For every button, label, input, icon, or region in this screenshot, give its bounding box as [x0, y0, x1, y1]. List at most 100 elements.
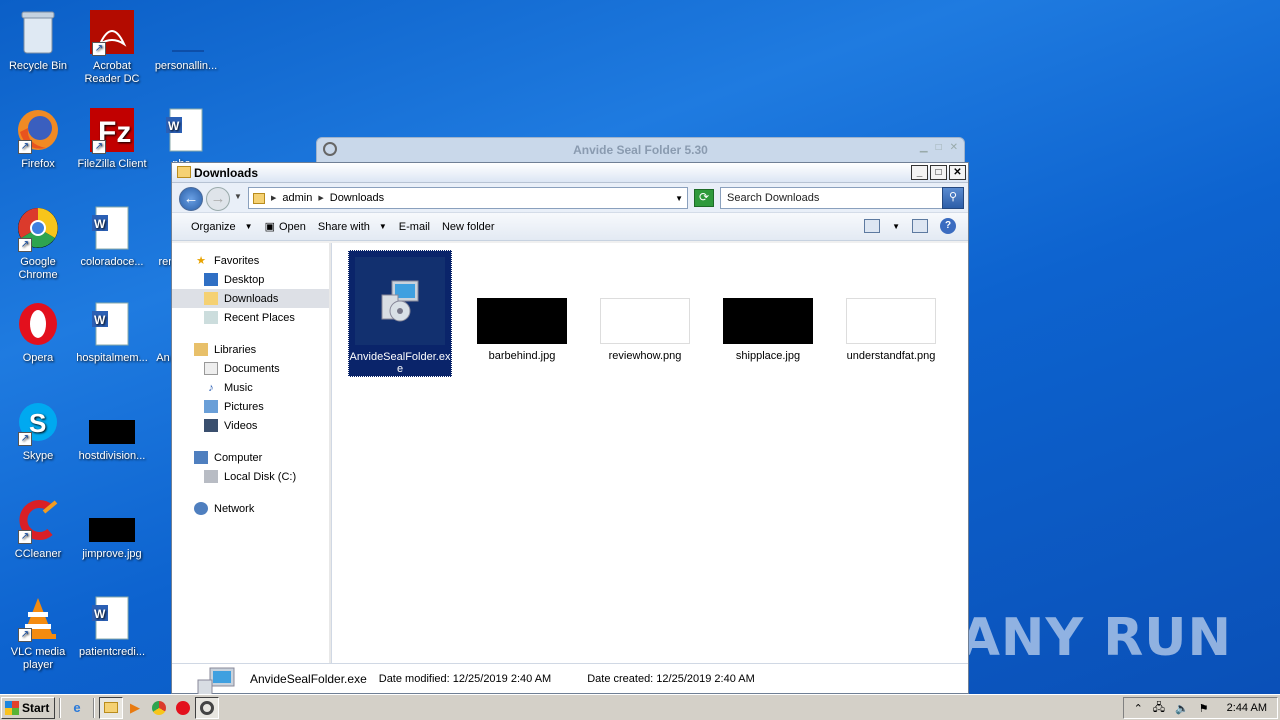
nav-recent-places[interactable]: Recent Places	[172, 308, 331, 327]
breadcrumb-admin[interactable]: admin	[282, 192, 312, 204]
nav-downloads[interactable]: Downloads	[172, 289, 331, 308]
nav-libraries[interactable]: Libraries	[172, 340, 331, 359]
desktop-icon-opera[interactable]: Opera	[0, 300, 76, 365]
file-item[interactable]: AnvideSealFolder.exe	[348, 250, 452, 377]
desktop-icon-firefox[interactable]: ↗ Firefox	[0, 106, 76, 171]
nav-desktop[interactable]: Desktop	[172, 270, 331, 289]
recycle-bin-icon	[14, 8, 62, 56]
star-icon: ★	[196, 255, 206, 267]
videos-icon	[204, 419, 218, 432]
breadcrumb[interactable]: ▶ admin ▶ Downloads ▼	[248, 187, 688, 209]
nav-favorites[interactable]: ★ Favorites	[172, 251, 331, 270]
network-tray-icon[interactable]: 🖧	[1153, 699, 1165, 718]
downloads-folder-icon	[204, 292, 218, 305]
maximize-button[interactable]: □	[930, 165, 947, 180]
explorer-taskbar-icon[interactable]	[99, 696, 123, 719]
file-item[interactable]: reviewhow.png	[593, 250, 697, 362]
action-center-flag-icon[interactable]: ⚑	[1199, 702, 1209, 715]
vlc-icon: ↗	[14, 594, 62, 642]
change-view-icon[interactable]	[864, 219, 881, 233]
image-thumbnail	[477, 298, 567, 344]
breadcrumb-downloads[interactable]: Downloads	[330, 192, 384, 204]
organize-button[interactable]: Organize ▼	[186, 218, 258, 236]
email-label: E-mail	[398, 220, 430, 233]
nav-network[interactable]: Network	[172, 499, 331, 518]
close-button[interactable]: ✕	[949, 165, 966, 180]
desktop-icon-recycle-bin[interactable]: Recycle Bin	[0, 8, 76, 73]
preview-pane-icon[interactable]	[912, 219, 928, 233]
clock[interactable]: 2:44 AM	[1227, 702, 1267, 714]
file-item[interactable]: understandfat.png	[839, 250, 943, 362]
svg-text:W: W	[94, 217, 106, 231]
desktop-icon-vlc[interactable]: ↗ VLC media player	[0, 594, 76, 672]
image-file-icon	[88, 496, 136, 544]
acrobat-icon: ↗	[88, 8, 136, 56]
word-doc-icon: W	[88, 204, 136, 252]
nav-computer[interactable]: Computer	[172, 448, 331, 467]
desktop-icon-filezilla[interactable]: Fz ↗ FileZilla Client	[74, 106, 150, 171]
help-icon[interactable]: ?	[940, 218, 956, 234]
opera-taskbar-icon[interactable]	[171, 697, 195, 719]
file-name: shipplace.jpg	[735, 350, 801, 362]
image-thumbnail	[723, 298, 813, 344]
desktop-icon-ccleaner[interactable]: ↗ CCleaner	[0, 496, 76, 561]
desktop-icon-acrobat[interactable]: ↗ Acrobat Reader DC	[74, 8, 150, 86]
chevron-down-icon[interactable]: ▼	[675, 194, 683, 203]
word-doc-icon: W	[88, 594, 136, 642]
nav-documents[interactable]: Documents	[172, 359, 331, 378]
desktop-icon-personallin[interactable]: personallin...	[148, 8, 224, 73]
nav-pictures[interactable]: Pictures	[172, 397, 331, 416]
volume-icon[interactable]: 🔈	[1175, 702, 1189, 715]
chevron-right-icon[interactable]: ▶	[318, 194, 323, 202]
start-button[interactable]: Start	[1, 696, 55, 719]
back-button[interactable]: ←	[179, 187, 203, 211]
chrome-taskbar-icon[interactable]	[147, 697, 171, 719]
title-bar[interactable]: Downloads _ □ ✕	[172, 163, 968, 183]
internet-explorer-icon[interactable]: e	[65, 697, 89, 719]
history-dropdown-icon[interactable]: ▼	[234, 192, 242, 201]
open-button[interactable]: ▣ Open	[260, 217, 311, 236]
chevron-right-icon[interactable]: ▶	[271, 194, 276, 202]
new-folder-button[interactable]: New folder	[437, 218, 500, 236]
chrome-icon: ↗	[14, 204, 62, 252]
shortcut-arrow-icon: ↗	[92, 140, 106, 154]
file-name: understandfat.png	[846, 350, 936, 362]
nav-music[interactable]: ♪ Music	[172, 378, 331, 397]
anvide-taskbar-icon[interactable]	[195, 696, 219, 719]
installer-icon	[194, 666, 238, 696]
desktop-icon-coloradoce[interactable]: W coloradoce...	[74, 204, 150, 269]
desktop-icon-jimprove[interactable]: jimprove.jpg	[74, 496, 150, 561]
refresh-button[interactable]: ⟳	[694, 189, 714, 207]
minimize-icon[interactable]: ▁	[920, 142, 928, 153]
search-input[interactable]: Search Downloads ⚲	[720, 187, 964, 209]
desktop-icon-skype[interactable]: S ↗ Skype	[0, 398, 76, 463]
folder-icon	[177, 166, 191, 178]
window-controls: ▁ □ ✕	[920, 142, 958, 153]
system-tray: ⌃ 🖧 🔈 ⚑ 2:44 AM	[1122, 697, 1278, 719]
minimize-button[interactable]: _	[911, 165, 928, 180]
close-icon[interactable]: ✕	[950, 142, 958, 153]
nav-local-disk[interactable]: Local Disk (C:)	[172, 467, 331, 486]
media-player-icon[interactable]: ▶	[123, 697, 147, 719]
share-with-button[interactable]: Share with ▼	[313, 218, 392, 236]
maximize-icon[interactable]: □	[936, 142, 942, 153]
desktop-icon-patientcredi[interactable]: W patientcredi...	[74, 594, 150, 659]
desktop-icon-hostdivision[interactable]: hostdivision...	[74, 398, 150, 463]
show-hidden-icons-icon[interactable]: ⌃	[1134, 702, 1143, 715]
nav-scrollbar[interactable]	[329, 243, 331, 663]
installer-icon	[355, 257, 445, 345]
desktop-icon-chrome[interactable]: ↗ Google Chrome	[0, 204, 76, 282]
forward-button[interactable]: →	[206, 187, 230, 211]
file-item[interactable]: barbehind.jpg	[470, 250, 574, 362]
firefox-icon: ↗	[14, 106, 62, 154]
chevron-down-icon[interactable]: ▼	[892, 222, 900, 231]
window-title: Downloads	[194, 166, 259, 180]
email-button[interactable]: E-mail	[394, 218, 435, 236]
search-icon[interactable]: ⚲	[942, 187, 964, 209]
image-file-icon	[88, 398, 136, 446]
file-name: reviewhow.png	[608, 350, 682, 362]
file-item[interactable]: shipplace.jpg	[716, 250, 820, 362]
desktop-icon-hospitalmem[interactable]: W hospitalmem...	[74, 300, 150, 365]
word-doc-icon: W	[162, 106, 210, 154]
nav-videos[interactable]: Videos	[172, 416, 331, 435]
